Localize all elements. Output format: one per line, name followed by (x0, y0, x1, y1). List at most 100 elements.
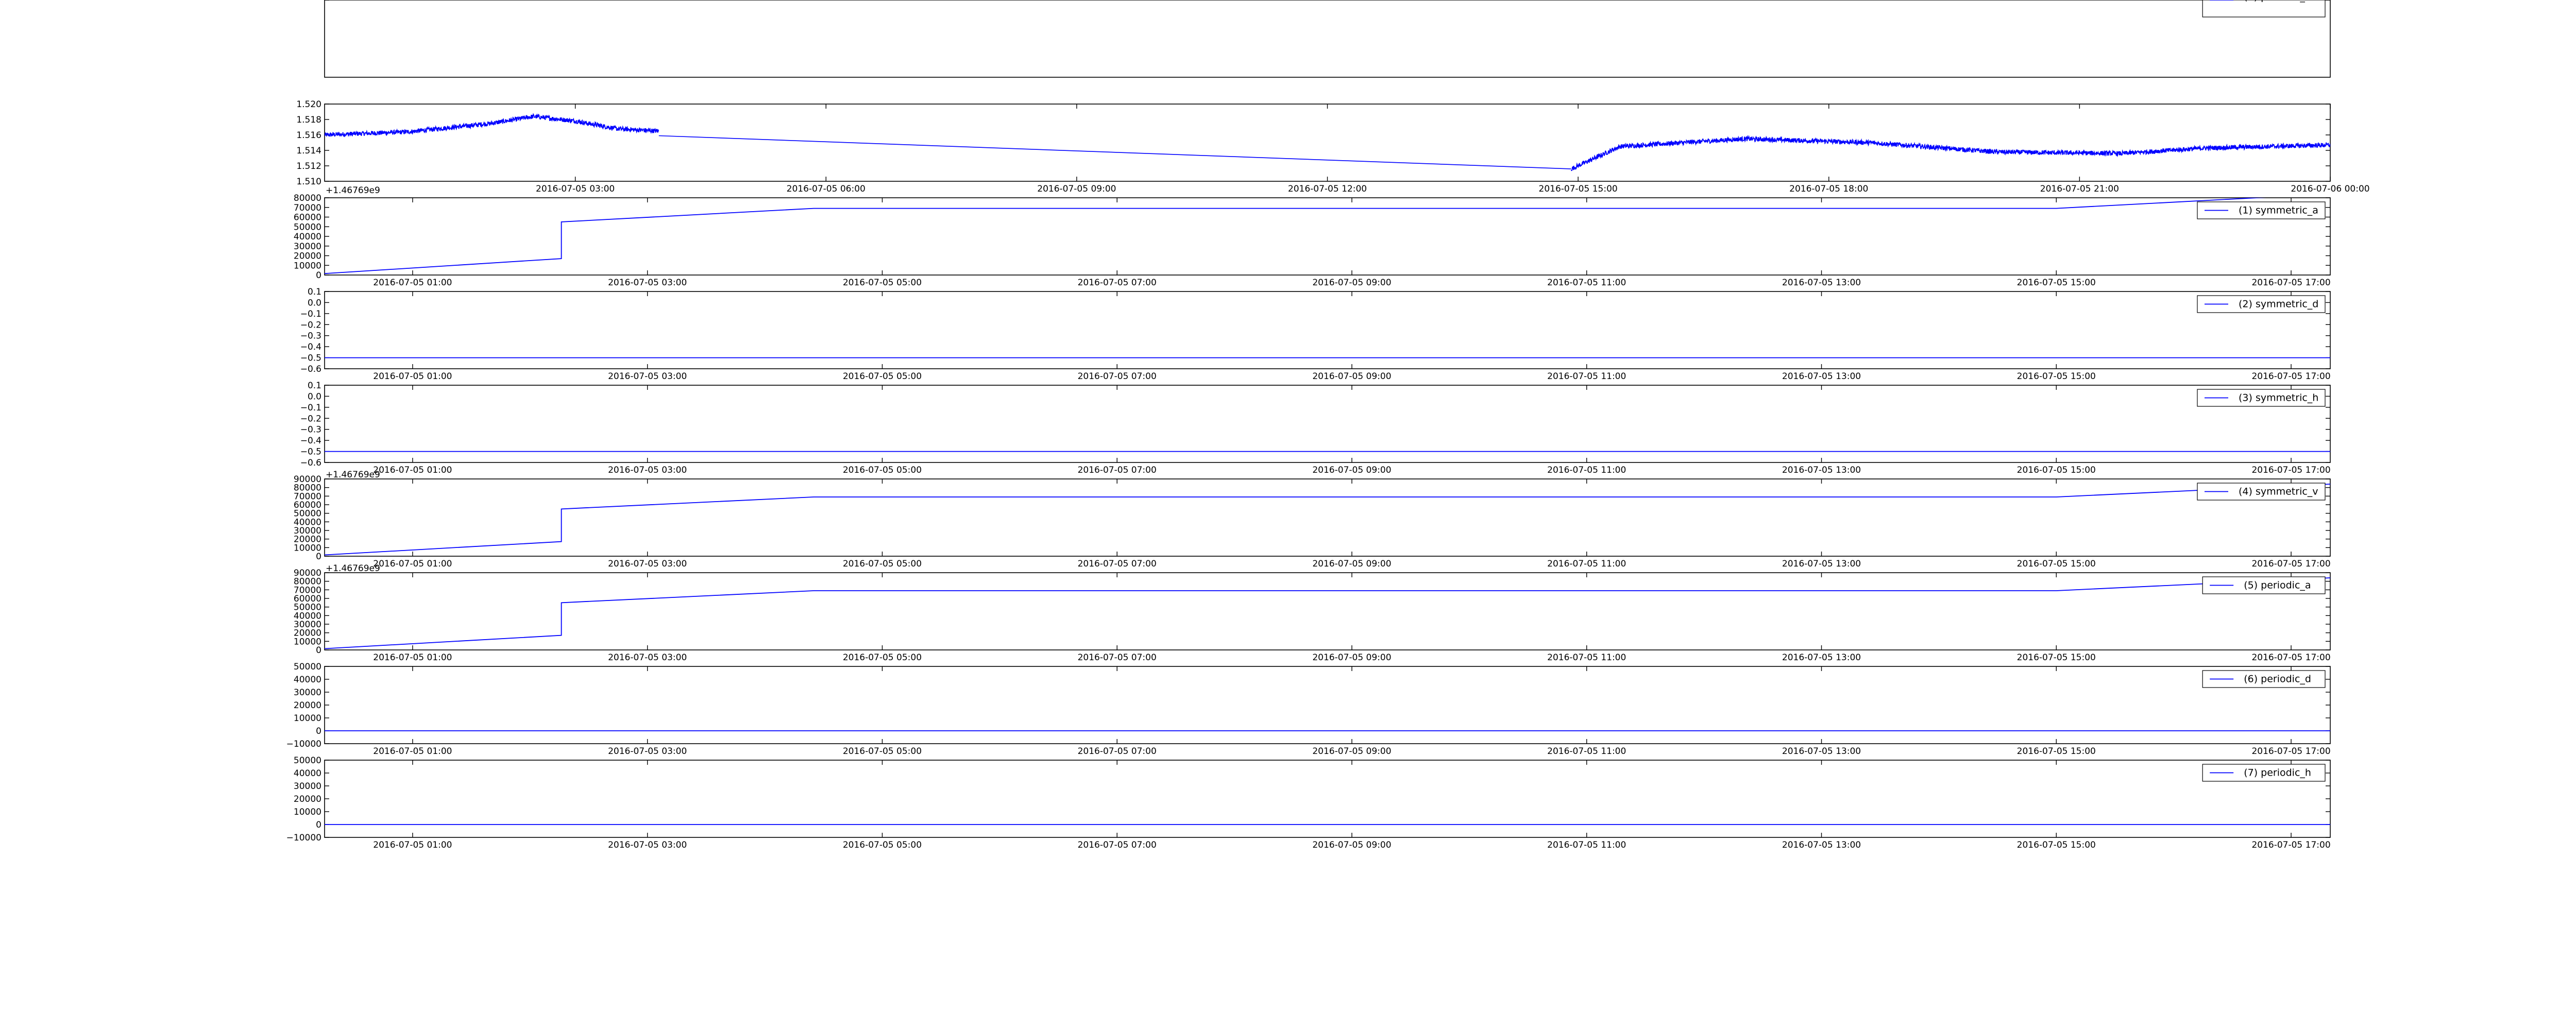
x-tick-label: 2016-07-05 09:00 (1312, 465, 1391, 475)
x-tick-label: 2016-07-05 01:00 (373, 746, 452, 757)
y-tick-label: 0.0 (308, 391, 321, 402)
y-tick-label: 0 (316, 726, 321, 736)
y-tick-label: 10000 (294, 713, 321, 724)
subplot-4: −0.6−0.5−0.4−0.3−0.2−0.10.00.1 2016-07-05… (300, 381, 2331, 475)
legend-label: (3) symmetric_h (2239, 392, 2318, 404)
x-tick-label: 2016-07-05 15:00 (2017, 371, 2096, 382)
axes-frame (324, 385, 2331, 463)
legend: (5) periodic_a (2202, 576, 2326, 594)
y-tick-label: 1.510 (296, 177, 321, 187)
y-tick-label: −0.1 (300, 309, 321, 319)
y-tick-label: 90000 (294, 0, 321, 3)
legend-label: (1) symmetric_a (2239, 205, 2318, 216)
y-tick-label: −0.5 (300, 353, 321, 364)
x-tick-label: 2016-07-05 15:00 (2017, 653, 2096, 663)
x-tick-label: 2016-07-05 03:00 (608, 465, 687, 475)
y-tick-label: −0.3 (300, 425, 321, 435)
x-tick-label: 2016-07-05 11:00 (1547, 0, 1626, 3)
x-tick-label: 2016-07-05 05:00 (843, 278, 922, 288)
offset-text: +1.46769e9 (326, 470, 380, 480)
y-tick-label: −0.3 (300, 331, 321, 341)
subplot-8: −10000 0 10000 20000 30000 40000 50000 2016-07-… (286, 756, 2331, 850)
axes-frame (324, 104, 2331, 182)
x-tick-label: 2016-07-05 17:00 (2251, 746, 2330, 757)
x-tick-label: 2016-07-05 03:00 (608, 0, 687, 3)
x-tick-label: 2016-07-05 15:00 (2017, 840, 2096, 850)
x-tick-label: 2016-07-05 17:00 (2251, 653, 2330, 663)
y-tick-label: 70000 (294, 203, 321, 213)
x-tick-label: 2016-07-05 15:00 (2017, 465, 2096, 475)
subplot-6: 0100002000030000400005000060000700008000… (294, 563, 2331, 663)
x-tick-label: 2016-07-05 11:00 (1547, 371, 1626, 382)
x-tick-label: 2016-07-05 15:00 (2017, 559, 2096, 569)
x-tick-label: 2016-07-05 15:00 (2017, 0, 2096, 3)
x-tick-label: 2016-07-05 01:00 (373, 0, 452, 3)
x-tick-label: 2016-07-05 17:00 (2251, 371, 2330, 382)
x-tick-label: 2016-07-05 01:00 (373, 465, 452, 475)
x-tick-label: 2016-07-05 13:00 (1782, 278, 1861, 288)
x-tick-label: 2016-07-05 01:00 (373, 278, 452, 288)
y-tick-label: 30000 (294, 688, 321, 698)
y-tick-label: 1.520 (296, 99, 321, 110)
y-tick-label: 20000 (294, 251, 321, 262)
x-tick-label: 2016-07-05 15:00 (2017, 746, 2096, 757)
x-tick-label: 2016-07-05 05:00 (843, 653, 922, 663)
x-tick-label: 2016-07-05 13:00 (1782, 465, 1861, 475)
x-tick-label: 2016-07-05 03:00 (608, 278, 687, 288)
figure-canvas: 1.510 1.512 1.514 1.516 1.518 1.520 2016-07-05… (0, 0, 2576, 1030)
y-tick-label: 0.1 (308, 381, 321, 391)
x-tick-label: 2016-07-05 13:00 (1782, 0, 1861, 3)
x-tick-label: 2016-07-05 05:00 (843, 746, 922, 757)
y-tick-label: −10000 (286, 739, 321, 749)
x-tick-label: 2016-07-05 11:00 (1547, 559, 1626, 569)
x-tick-label: 2016-07-05 13:00 (1782, 371, 1861, 382)
legend: (7) periodic_h (2202, 764, 2326, 782)
x-tick-label: 2016-07-05 01:00 (373, 653, 452, 663)
x-tick-label: 2016-07-05 12:00 (1288, 184, 1367, 194)
x-tick-label: 2016-07-05 09:00 (1312, 278, 1391, 288)
y-tick-label: −10000 (286, 833, 321, 843)
y-tick-label: −0.1 (300, 403, 321, 413)
x-tick-label: 2016-07-05 11:00 (1547, 653, 1626, 663)
y-tick-label: 1.512 (296, 161, 321, 171)
x-tick-label: 2016-07-05 07:00 (1078, 559, 1157, 569)
x-tick-label: 2016-07-05 11:00 (1547, 465, 1626, 475)
x-tick-label: 2016-07-05 11:00 (1547, 746, 1626, 757)
legend: (1) symmetric_a (2197, 201, 2326, 219)
legend-label: (2) symmetric_d (2239, 299, 2318, 310)
subplot-7: −10000 0 10000 20000 30000 40000 50000 2016-07-… (286, 662, 2331, 757)
x-tick-label: 2016-07-05 01:00 (373, 840, 452, 850)
x-tick-label: 2016-07-05 06:00 (787, 184, 866, 194)
y-tick-label: −0.5 (300, 447, 321, 457)
x-tick-label: 2016-07-05 03:00 (608, 840, 687, 850)
x-tick-label: 2016-07-05 13:00 (1782, 840, 1861, 850)
y-tick-label: −0.6 (300, 364, 321, 374)
y-tick-label: 10000 (294, 261, 321, 271)
x-tick-label: 2016-07-05 05:00 (843, 840, 922, 850)
subplot-1: 1.510 1.512 1.514 1.516 1.518 1.520 2016-07-05… (296, 99, 2369, 196)
x-tick-label: 2016-07-05 03:00 (608, 371, 687, 382)
axes-frame (324, 572, 2331, 650)
legend-label: (4) symmetric_v (2239, 486, 2318, 497)
x-tick-label: 2016-07-05 09:00 (1312, 746, 1391, 757)
legend-label: (6) periodic_d (2244, 674, 2311, 685)
axes-frame (324, 0, 2331, 78)
x-tick-label: 2016-07-06 00:00 (2291, 184, 2369, 194)
x-tick-label: 2016-07-05 13:00 (1782, 559, 1861, 569)
x-tick-label: 2016-07-05 09:00 (1312, 653, 1391, 663)
subplot-stack: 1.510 1.512 1.514 1.516 1.518 1.520 2016-07-05… (286, 0, 2370, 850)
x-tick-label: 2016-07-05 07:00 (1078, 278, 1157, 288)
x-tick-label: 2016-07-05 13:00 (1782, 746, 1861, 757)
axes-frame (324, 197, 2331, 276)
x-tick-label: 2016-07-05 07:00 (1078, 653, 1157, 663)
subplot-5: 0100002000030000400005000060000700008000… (294, 470, 2331, 569)
x-tick-label: 2016-07-05 09:00 (1312, 0, 1391, 3)
y-tick-label: 1.516 (296, 130, 321, 141)
x-tick-label: 2016-07-05 05:00 (843, 559, 922, 569)
x-tick-label: 2016-07-05 07:00 (1078, 840, 1157, 850)
legend: (6) periodic_d (2202, 670, 2326, 688)
x-tick-label: 2016-07-05 07:00 (1078, 0, 1157, 3)
offset-text: +1.46769e9 (326, 185, 380, 196)
x-tick-label: 2016-07-05 07:00 (1078, 371, 1157, 382)
legend: (3) symmetric_h (2197, 389, 2326, 407)
